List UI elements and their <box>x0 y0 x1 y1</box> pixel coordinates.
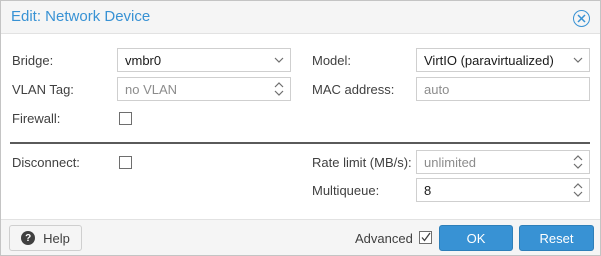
checkmark-icon <box>421 232 431 242</box>
dialog-titlebar: Edit: Network Device <box>1 1 600 34</box>
multiqueue-label: Multiqueue: <box>312 183 380 198</box>
disconnect-checkbox[interactable] <box>119 156 132 169</box>
multiqueue-spin-trigger[interactable] <box>567 179 589 201</box>
firewall-label: Firewall: <box>12 111 61 126</box>
mac-address-label: MAC address: <box>312 82 395 97</box>
bridge-value: vmbr0 <box>125 53 162 68</box>
help-button[interactable]: ? Help <box>9 225 82 251</box>
bridge-select[interactable]: vmbr0 <box>117 48 291 72</box>
advanced-label: Advanced <box>355 231 413 246</box>
dialog-footer: ? Help Advanced OK Reset <box>1 219 600 255</box>
multiqueue-spinner[interactable]: 8 <box>416 178 590 202</box>
spinner-arrows-icon <box>573 183 583 197</box>
mac-address-placeholder: auto <box>424 82 450 97</box>
rate-limit-placeholder: unlimited <box>424 155 477 170</box>
bridge-dropdown-trigger[interactable] <box>268 49 290 71</box>
multiqueue-value: 8 <box>424 183 432 198</box>
firewall-checkbox[interactable] <box>119 112 132 125</box>
close-icon <box>577 14 586 23</box>
help-icon: ? <box>21 231 36 245</box>
bridge-label: Bridge: <box>12 53 54 68</box>
rate-limit-label: Rate limit (MB/s): <box>312 155 412 170</box>
dialog-title: Edit: Network Device <box>11 8 151 25</box>
spinner-arrows-icon <box>274 82 284 96</box>
network-device-dialog: Edit: Network Device Bridge: vmbr0 VLAN … <box>0 0 601 256</box>
model-dropdown-trigger[interactable] <box>567 49 589 71</box>
chevron-down-icon <box>274 57 284 63</box>
reset-button[interactable]: Reset <box>519 225 594 251</box>
rate-limit-spin-trigger[interactable] <box>567 151 589 173</box>
rate-limit-spinner[interactable]: unlimited <box>416 150 590 174</box>
model-select[interactable]: VirtIO (paravirtualized) <box>416 48 590 72</box>
close-button[interactable] <box>573 10 590 27</box>
spinner-arrows-icon <box>573 155 583 169</box>
help-button-label: Help <box>43 230 70 246</box>
ok-button[interactable]: OK <box>439 225 513 251</box>
mac-address-input[interactable]: auto <box>416 77 590 101</box>
advanced-checkbox[interactable] <box>419 231 432 244</box>
section-divider <box>10 142 590 144</box>
disconnect-label: Disconnect: <box>12 155 80 170</box>
vlan-tag-placeholder: no VLAN <box>125 82 178 97</box>
vlan-tag-spin-trigger[interactable] <box>268 78 290 100</box>
model-value: VirtIO (paravirtualized) <box>424 53 554 68</box>
chevron-down-icon <box>573 57 583 63</box>
model-label: Model: <box>312 53 352 68</box>
vlan-tag-spinner[interactable]: no VLAN <box>117 77 291 101</box>
vlan-tag-label: VLAN Tag: <box>12 82 74 97</box>
ok-button-label: OK <box>466 230 486 246</box>
reset-button-label: Reset <box>539 230 574 246</box>
